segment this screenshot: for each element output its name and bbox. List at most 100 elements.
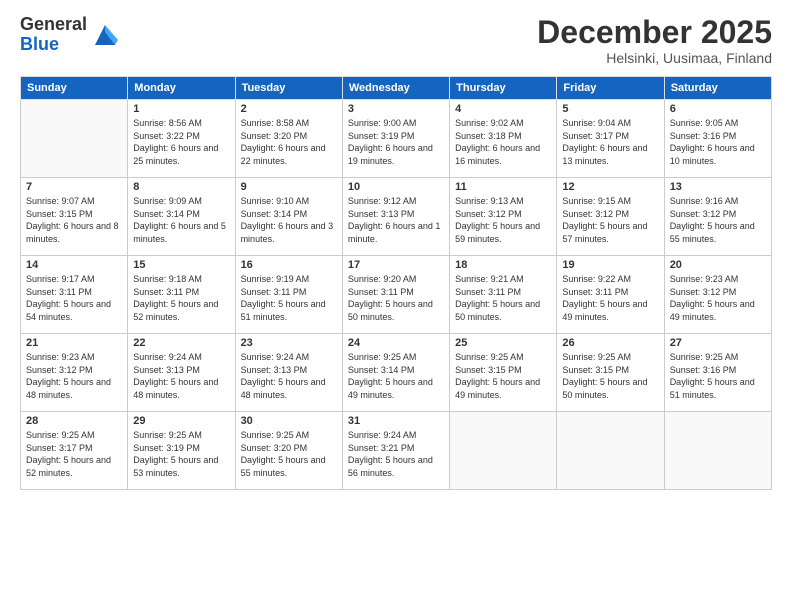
- calendar-cell: 17 Sunrise: 9:20 AM Sunset: 3:11 PM Dayli…: [342, 256, 449, 334]
- day-number: 22: [133, 337, 229, 349]
- day-info: Sunrise: 9:23 AM Sunset: 3:12 PM Dayligh…: [26, 351, 122, 401]
- calendar-cell: [450, 412, 557, 490]
- calendar-cell: [664, 412, 771, 490]
- weekday-header: Tuesday: [235, 77, 342, 100]
- day-info: Sunrise: 9:18 AM Sunset: 3:11 PM Dayligh…: [133, 273, 229, 323]
- day-number: 18: [455, 259, 551, 271]
- day-number: 26: [562, 337, 658, 349]
- calendar-cell: 8 Sunrise: 9:09 AM Sunset: 3:14 PM Daylig…: [128, 178, 235, 256]
- day-number: 30: [241, 415, 337, 427]
- calendar-cell: 1Sunrise: 8:56 AM Sunset: 3:22 PM Daylig…: [128, 100, 235, 178]
- calendar-cell: 20Sunrise: 9:23 AM Sunset: 3:12 PM Dayli…: [664, 256, 771, 334]
- calendar-cell: 4Sunrise: 9:02 AM Sunset: 3:18 PM Daylig…: [450, 100, 557, 178]
- calendar-cell: 12 Sunrise: 9:15 AM Sunset: 3:12 PM Dayli…: [557, 178, 664, 256]
- weekday-header: Friday: [557, 77, 664, 100]
- calendar-cell: 3Sunrise: 9:00 AM Sunset: 3:19 PM Daylig…: [342, 100, 449, 178]
- day-info: Sunrise: 9:05 AM Sunset: 3:16 PM Dayligh…: [670, 117, 766, 167]
- day-info: Sunrise: 9:04 AM Sunset: 3:17 PM Dayligh…: [562, 117, 658, 167]
- calendar-cell: 26 Sunrise: 9:25 AM Sunset: 3:15 PM Dayli…: [557, 334, 664, 412]
- calendar-cell: 5 Sunrise: 9:04 AM Sunset: 3:17 PM Daylig…: [557, 100, 664, 178]
- calendar-cell: 16 Sunrise: 9:19 AM Sunset: 3:11 PM Dayli…: [235, 256, 342, 334]
- weekday-header: Wednesday: [342, 77, 449, 100]
- weekday-header: Sunday: [21, 77, 128, 100]
- day-number: 29: [133, 415, 229, 427]
- day-number: 1: [133, 103, 229, 115]
- day-info: Sunrise: 9:13 AM Sunset: 3:12 PM Dayligh…: [455, 195, 551, 245]
- calendar-cell: 29 Sunrise: 9:25 AM Sunset: 3:19 PM Dayli…: [128, 412, 235, 490]
- day-info: Sunrise: 9:21 AM Sunset: 3:11 PM Dayligh…: [455, 273, 551, 323]
- logo-general-text: General: [20, 15, 87, 35]
- weekday-header: Thursday: [450, 77, 557, 100]
- day-number: 7: [26, 181, 122, 193]
- calendar-cell: 23Sunrise: 9:24 AM Sunset: 3:13 PM Dayli…: [235, 334, 342, 412]
- calendar-cell: [21, 100, 128, 178]
- calendar-cell: 28Sunrise: 9:25 AM Sunset: 3:17 PM Dayli…: [21, 412, 128, 490]
- day-number: 27: [670, 337, 766, 349]
- day-info: Sunrise: 8:58 AM Sunset: 3:20 PM Dayligh…: [241, 117, 337, 167]
- day-number: 20: [670, 259, 766, 271]
- location-title: Helsinki, Uusimaa, Finland: [537, 50, 772, 66]
- calendar-cell: 6Sunrise: 9:05 AM Sunset: 3:16 PM Daylig…: [664, 100, 771, 178]
- calendar-week-row: 7 Sunrise: 9:07 AM Sunset: 3:15 PM Daylig…: [21, 178, 772, 256]
- calendar-cell: [557, 412, 664, 490]
- weekday-header: Saturday: [664, 77, 771, 100]
- day-info: Sunrise: 9:15 AM Sunset: 3:12 PM Dayligh…: [562, 195, 658, 245]
- day-info: Sunrise: 9:20 AM Sunset: 3:11 PM Dayligh…: [348, 273, 444, 323]
- day-info: Sunrise: 9:25 AM Sunset: 3:15 PM Dayligh…: [455, 351, 551, 401]
- calendar-cell: 18 Sunrise: 9:21 AM Sunset: 3:11 PM Dayli…: [450, 256, 557, 334]
- calendar-week-row: 1Sunrise: 8:56 AM Sunset: 3:22 PM Daylig…: [21, 100, 772, 178]
- calendar-cell: 27 Sunrise: 9:25 AM Sunset: 3:16 PM Dayli…: [664, 334, 771, 412]
- day-number: 17: [348, 259, 444, 271]
- day-info: Sunrise: 9:24 AM Sunset: 3:13 PM Dayligh…: [241, 351, 337, 401]
- calendar-week-row: 21Sunrise: 9:23 AM Sunset: 3:12 PM Dayli…: [21, 334, 772, 412]
- day-number: 25: [455, 337, 551, 349]
- calendar-cell: 15 Sunrise: 9:18 AM Sunset: 3:11 PM Dayli…: [128, 256, 235, 334]
- day-info: Sunrise: 9:10 AM Sunset: 3:14 PM Dayligh…: [241, 195, 337, 245]
- calendar-cell: 31 Sunrise: 9:24 AM Sunset: 3:21 PM Dayli…: [342, 412, 449, 490]
- day-info: Sunrise: 9:12 AM Sunset: 3:13 PM Dayligh…: [348, 195, 444, 245]
- calendar-cell: 7 Sunrise: 9:07 AM Sunset: 3:15 PM Daylig…: [21, 178, 128, 256]
- day-number: 12: [562, 181, 658, 193]
- day-number: 9: [241, 181, 337, 193]
- day-number: 24: [348, 337, 444, 349]
- day-number: 19: [562, 259, 658, 271]
- month-title: December 2025: [537, 15, 772, 50]
- day-info: Sunrise: 9:25 AM Sunset: 3:16 PM Dayligh…: [670, 351, 766, 401]
- calendar-cell: 2Sunrise: 8:58 AM Sunset: 3:20 PM Daylig…: [235, 100, 342, 178]
- calendar-cell: 10 Sunrise: 9:12 AM Sunset: 3:13 PM Dayli…: [342, 178, 449, 256]
- calendar-cell: 9 Sunrise: 9:10 AM Sunset: 3:14 PM Daylig…: [235, 178, 342, 256]
- day-number: 11: [455, 181, 551, 193]
- day-info: Sunrise: 9:16 AM Sunset: 3:12 PM Dayligh…: [670, 195, 766, 245]
- day-number: 8: [133, 181, 229, 193]
- page-header: General Blue December 2025 Helsinki, Uus…: [20, 15, 772, 66]
- day-info: Sunrise: 9:07 AM Sunset: 3:15 PM Dayligh…: [26, 195, 122, 245]
- day-number: 10: [348, 181, 444, 193]
- logo-blue-text: Blue: [20, 35, 87, 55]
- day-number: 15: [133, 259, 229, 271]
- day-number: 5: [562, 103, 658, 115]
- day-info: Sunrise: 9:25 AM Sunset: 3:14 PM Dayligh…: [348, 351, 444, 401]
- day-info: Sunrise: 9:24 AM Sunset: 3:21 PM Dayligh…: [348, 429, 444, 479]
- logo: General Blue: [20, 15, 120, 55]
- calendar-cell: 11 Sunrise: 9:13 AM Sunset: 3:12 PM Dayli…: [450, 178, 557, 256]
- day-info: Sunrise: 9:25 AM Sunset: 3:15 PM Dayligh…: [562, 351, 658, 401]
- day-info: Sunrise: 9:25 AM Sunset: 3:20 PM Dayligh…: [241, 429, 337, 479]
- day-info: Sunrise: 9:25 AM Sunset: 3:17 PM Dayligh…: [26, 429, 122, 479]
- calendar-header-row: SundayMondayTuesdayWednesdayThursdayFrid…: [21, 77, 772, 100]
- calendar-week-row: 14Sunrise: 9:17 AM Sunset: 3:11 PM Dayli…: [21, 256, 772, 334]
- day-info: Sunrise: 9:19 AM Sunset: 3:11 PM Dayligh…: [241, 273, 337, 323]
- day-info: Sunrise: 9:25 AM Sunset: 3:19 PM Dayligh…: [133, 429, 229, 479]
- calendar-cell: 22Sunrise: 9:24 AM Sunset: 3:13 PM Dayli…: [128, 334, 235, 412]
- calendar-cell: 19Sunrise: 9:22 AM Sunset: 3:11 PM Dayli…: [557, 256, 664, 334]
- day-number: 31: [348, 415, 444, 427]
- day-number: 13: [670, 181, 766, 193]
- calendar-cell: 13 Sunrise: 9:16 AM Sunset: 3:12 PM Dayli…: [664, 178, 771, 256]
- title-block: December 2025 Helsinki, Uusimaa, Finland: [537, 15, 772, 66]
- calendar-cell: 14Sunrise: 9:17 AM Sunset: 3:11 PM Dayli…: [21, 256, 128, 334]
- calendar-cell: 24 Sunrise: 9:25 AM Sunset: 3:14 PM Dayli…: [342, 334, 449, 412]
- day-number: 16: [241, 259, 337, 271]
- calendar-table: SundayMondayTuesdayWednesdayThursdayFrid…: [20, 76, 772, 490]
- calendar-cell: 25 Sunrise: 9:25 AM Sunset: 3:15 PM Dayli…: [450, 334, 557, 412]
- day-info: Sunrise: 9:09 AM Sunset: 3:14 PM Dayligh…: [133, 195, 229, 245]
- day-info: Sunrise: 9:02 AM Sunset: 3:18 PM Dayligh…: [455, 117, 551, 167]
